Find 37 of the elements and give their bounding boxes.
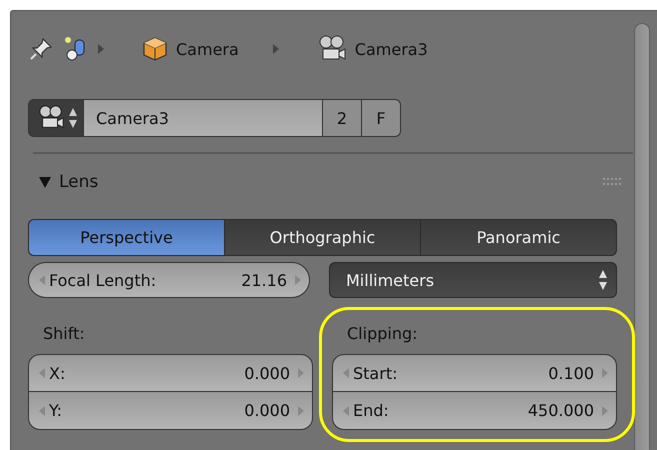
users-count-button[interactable]: 2 xyxy=(323,99,362,137)
group-label: Shift: xyxy=(43,324,86,345)
projection-tab[interactable]: Perspective xyxy=(28,219,225,256)
increment-arrow-icon[interactable] xyxy=(602,368,608,378)
scrollbar[interactable] xyxy=(634,23,650,450)
pin-icon[interactable] xyxy=(28,36,54,62)
up-down-arrows-icon xyxy=(598,269,608,291)
arrow-right-icon xyxy=(272,44,279,54)
datablock-name-field[interactable]: Camera3 xyxy=(84,99,323,137)
breadcrumb-label[interactable]: Camera3 xyxy=(354,40,428,58)
increment-arrow-icon[interactable] xyxy=(298,368,304,378)
number-field[interactable]: X: 0.000 xyxy=(28,354,313,392)
up-down-arrows-icon xyxy=(68,107,78,129)
number-field[interactable]: End: 450.000 xyxy=(332,392,617,430)
increment-arrow-icon[interactable] xyxy=(602,406,608,416)
decrement-arrow-icon[interactable] xyxy=(39,275,45,285)
decrement-arrow-icon[interactable] xyxy=(343,368,349,378)
increment-arrow-icon[interactable] xyxy=(295,275,301,285)
camera-browse-button[interactable] xyxy=(28,99,84,137)
decrement-arrow-icon[interactable] xyxy=(39,368,45,378)
arrow-right-icon xyxy=(98,44,104,54)
cube-icon xyxy=(142,36,168,62)
fake-user-button[interactable]: F xyxy=(362,99,401,137)
panel-header[interactable]: Lens xyxy=(38,172,98,192)
increment-arrow-icon[interactable] xyxy=(298,406,304,416)
drag-handle-icon[interactable] xyxy=(602,177,624,187)
focal-length-field[interactable]: Focal Length: 21.16 xyxy=(28,262,310,298)
group-label: Clipping: xyxy=(347,324,419,345)
projection-tab[interactable]: Panoramic xyxy=(421,219,617,256)
breadcrumb-label[interactable]: Camera xyxy=(176,40,239,58)
lens-unit-dropdown[interactable]: Millimeters xyxy=(329,262,617,298)
expand-triangle-icon[interactable] xyxy=(38,175,52,189)
projection-tab[interactable]: Orthographic xyxy=(225,219,421,256)
number-field[interactable]: Y: 0.000 xyxy=(28,392,313,430)
decrement-arrow-icon[interactable] xyxy=(343,406,349,416)
number-field[interactable]: Start: 0.100 xyxy=(332,354,617,392)
decrement-arrow-icon[interactable] xyxy=(39,406,45,416)
